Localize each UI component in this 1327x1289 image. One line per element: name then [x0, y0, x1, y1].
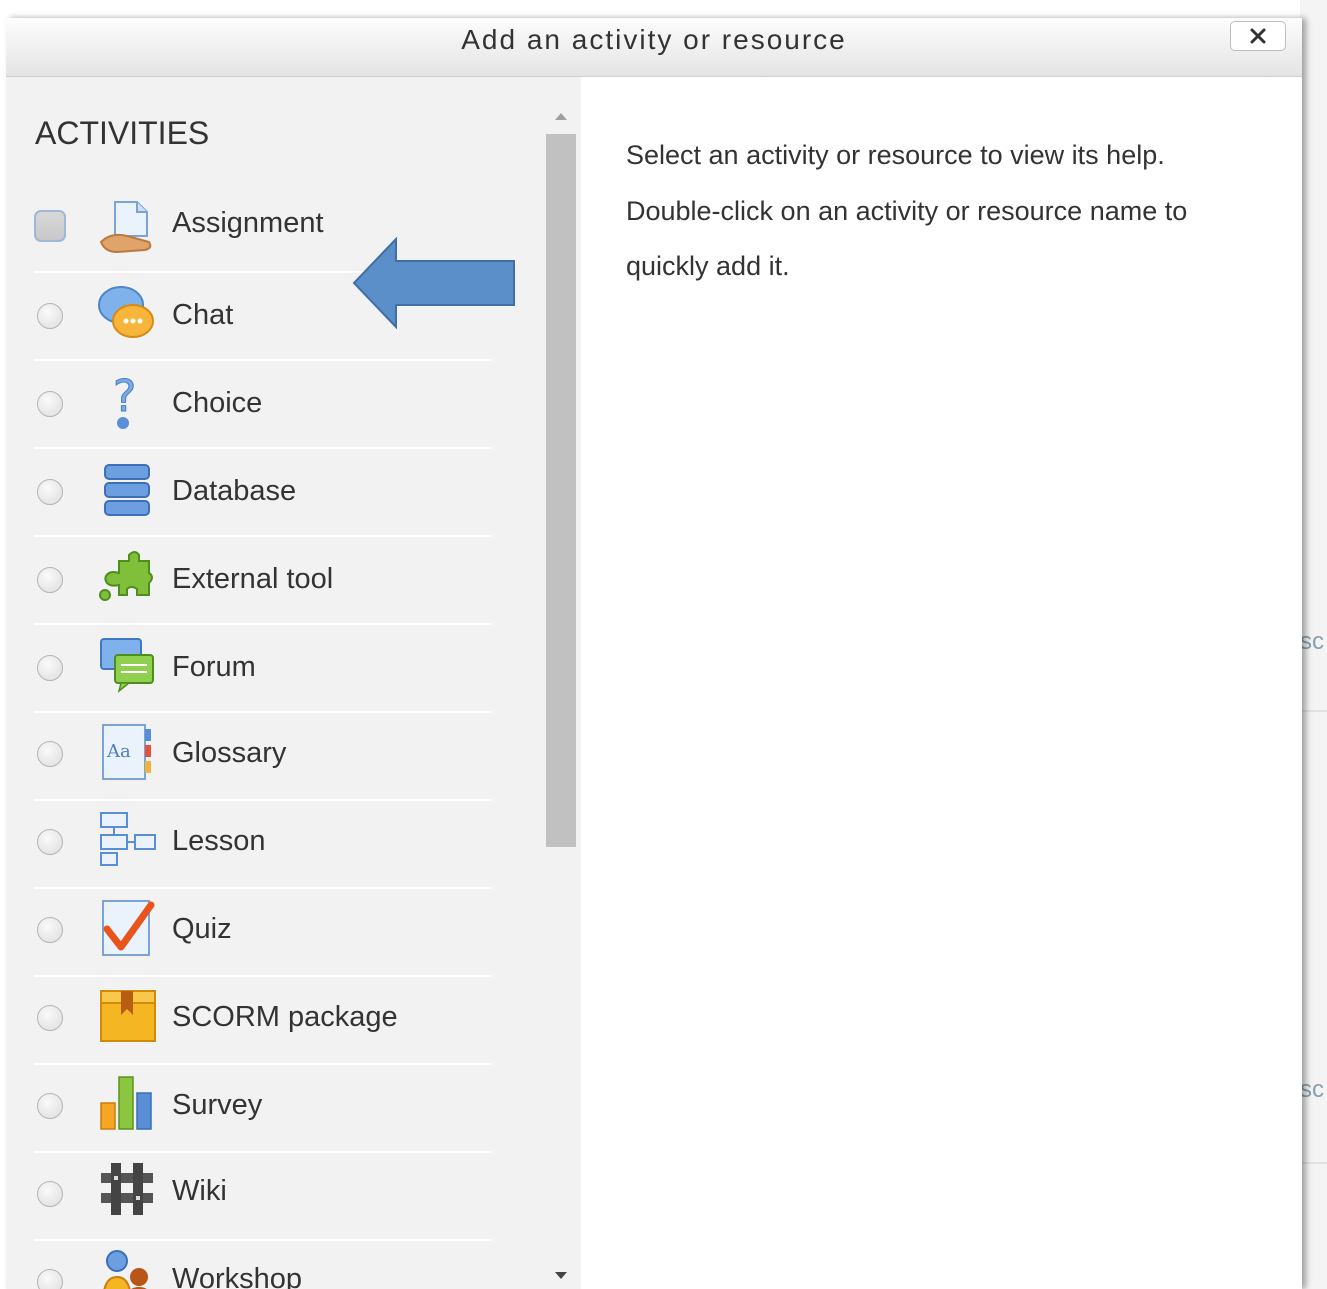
radio-forum[interactable]: [37, 655, 63, 681]
activity-label: Glossary: [172, 737, 287, 769]
background-divider: [1300, 710, 1327, 712]
external-tool-icon: [99, 551, 153, 601]
help-text-line: quickly add it.: [626, 251, 790, 281]
database-icon: [104, 464, 150, 516]
activity-label: Quiz: [172, 913, 232, 945]
activity-label: Lesson: [172, 825, 266, 857]
section-title: ACTIVITIES: [35, 115, 210, 151]
glossary-icon: Aa: [102, 724, 151, 780]
activity-label: Wiki: [172, 1175, 227, 1207]
activity-label: External tool: [172, 563, 334, 595]
background-divider: [1300, 1162, 1327, 1164]
activities-panel: ACTIVITIES Assignment Chat ? Choice Data…: [6, 77, 581, 1289]
activity-item-wiki[interactable]: Wiki: [34, 1153, 492, 1241]
lesson-icon: [100, 812, 156, 866]
radio-wiki[interactable]: [37, 1181, 63, 1207]
close-x-icon: [1250, 28, 1266, 44]
activity-label: Chat: [172, 299, 234, 331]
radio-glossary[interactable]: [37, 741, 63, 767]
scrollbar-thumb[interactable]: [546, 134, 576, 847]
activity-label: SCORM package: [172, 1001, 398, 1033]
activity-item-workshop[interactable]: Workshop: [34, 1241, 492, 1289]
forum-icon: [100, 638, 154, 693]
activity-item-glossary[interactable]: Aa Glossary: [34, 713, 492, 801]
activity-label: Assignment: [172, 207, 324, 239]
activity-label: Workshop: [172, 1263, 303, 1289]
activity-item-external-tool[interactable]: External tool: [34, 537, 492, 625]
help-text-line: Double-click on an activity or resource …: [626, 195, 1188, 226]
workshop-icon: [103, 1250, 148, 1289]
chat-icon: [98, 286, 154, 338]
activity-chooser-dialog: Add an activity or resource ACTIVITIES A…: [6, 18, 1302, 1289]
activity-label: Database: [172, 475, 297, 507]
scroll-up-icon[interactable]: [552, 109, 570, 123]
close-button[interactable]: [1230, 21, 1286, 51]
dialog-title: Add an activity or resource: [461, 24, 847, 55]
svg-text:?: ?: [113, 371, 136, 422]
scorm-package-icon: [100, 990, 156, 1042]
radio-survey[interactable]: [37, 1093, 63, 1119]
radio-chat[interactable]: [37, 303, 63, 329]
assignment-icon: [99, 201, 152, 254]
radio-workshop[interactable]: [37, 1269, 63, 1289]
quiz-icon: [102, 900, 155, 956]
background-text: sc: [1300, 628, 1324, 655]
scroll-down-icon[interactable]: [552, 1269, 570, 1283]
activity-label: Choice: [172, 387, 263, 419]
activity-item-quiz[interactable]: Quiz: [34, 889, 492, 977]
help-panel: Select an activity or resource to view i…: [626, 128, 1266, 295]
radio-database[interactable]: [37, 479, 63, 505]
dialog-header: Add an activity or resource: [6, 18, 1302, 77]
radio-quiz[interactable]: [37, 917, 63, 943]
radio-scorm-package[interactable]: [37, 1005, 63, 1031]
radio-lesson[interactable]: [37, 829, 63, 855]
annotation-arrow-icon: [352, 237, 515, 329]
activity-item-lesson[interactable]: Lesson: [34, 801, 492, 889]
svg-text:Aa: Aa: [106, 741, 131, 762]
radio-choice[interactable]: [37, 391, 63, 417]
activity-label: Forum: [172, 651, 256, 683]
survey-icon: [100, 1076, 152, 1130]
activity-item-choice[interactable]: ? Choice: [34, 361, 492, 449]
activity-list-scrollbar[interactable]: [544, 97, 578, 1289]
radio-assignment[interactable]: [34, 210, 66, 242]
wiki-icon: [101, 1163, 153, 1215]
activity-item-forum[interactable]: Forum: [34, 625, 492, 713]
activity-item-database[interactable]: Database: [34, 449, 492, 537]
choice-icon: ?: [113, 371, 137, 429]
background-page: sc sc: [1300, 0, 1327, 1289]
activity-item-survey[interactable]: Survey: [34, 1065, 492, 1153]
background-text: sc: [1300, 1076, 1324, 1103]
activity-item-scorm-package[interactable]: SCORM package: [34, 977, 492, 1065]
radio-external-tool[interactable]: [37, 567, 63, 593]
help-text-line: Select an activity or resource to view i…: [626, 140, 1165, 170]
activity-label: Survey: [172, 1089, 263, 1121]
